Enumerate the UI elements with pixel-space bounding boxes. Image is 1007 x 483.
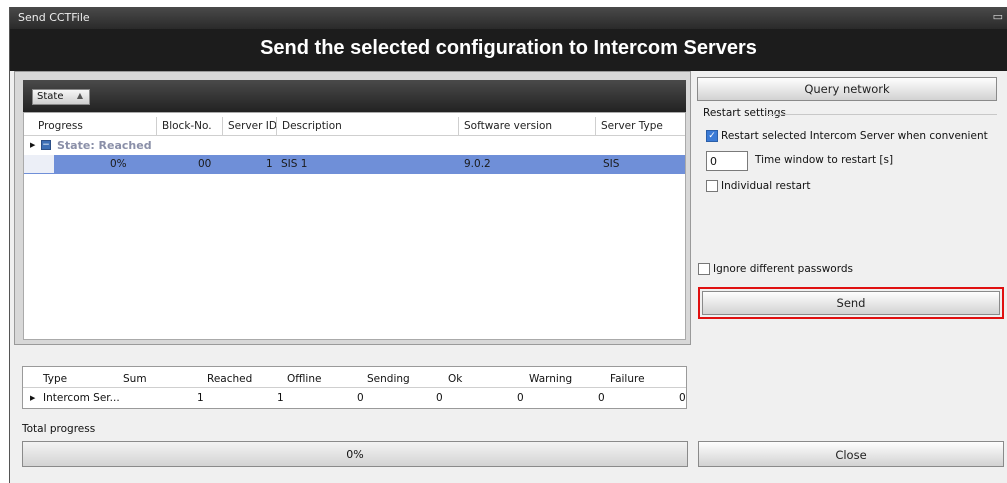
- title-bar: Send CCTFile ▭: [10, 7, 1007, 29]
- stats-header-row: Type Sum Reached Offline Sending Ok Warn…: [23, 370, 686, 388]
- dialog-heading: Send the selected configuration to Inter…: [260, 37, 757, 59]
- group-chip-label: State: [37, 91, 64, 102]
- individual-restart-label: Individual restart: [721, 180, 811, 192]
- column-header-server-type[interactable]: Server Type: [601, 120, 663, 132]
- column-header-block-no[interactable]: Block-No.: [162, 120, 212, 132]
- restart-settings-title: Restart settings: [703, 107, 786, 119]
- stats-row[interactable]: ▶ Intercom Ser... 1 1 0 0 0 0 0: [23, 389, 686, 407]
- ignore-passwords-checkbox[interactable]: [698, 263, 710, 275]
- ignore-passwords-label: Ignore different passwords: [713, 263, 853, 275]
- send-button-highlight: Send: [698, 287, 1004, 319]
- grid-header-row: Progress Block-No. Server ID Description…: [24, 117, 685, 136]
- stats-cell-sending: 0: [436, 392, 443, 404]
- individual-restart-checkbox[interactable]: [706, 180, 718, 192]
- dialog-header: Send the selected configuration to Inter…: [10, 29, 1007, 71]
- restart-convenient-checkbox[interactable]: ✓: [706, 130, 718, 142]
- column-header-description[interactable]: Description: [282, 120, 342, 132]
- divider: [767, 114, 997, 115]
- stats-cell-offline: 0: [357, 392, 364, 404]
- group-row-label: State: Reached: [57, 139, 152, 152]
- query-network-button[interactable]: Query network: [697, 77, 997, 101]
- stats-header-warning[interactable]: Warning: [529, 373, 572, 385]
- stats-cell-type: Intercom Ser...: [43, 392, 120, 404]
- column-divider: [595, 117, 596, 136]
- column-header-software-version[interactable]: Software version: [464, 120, 552, 132]
- column-header-progress[interactable]: Progress: [38, 120, 83, 132]
- servers-grid: Progress Block-No. Server ID Description…: [23, 112, 686, 340]
- stats-cell-sum: 1: [197, 392, 204, 404]
- stats-header-sum[interactable]: Sum: [123, 373, 147, 385]
- stats-cell-failure: 0: [679, 392, 686, 404]
- column-divider: [156, 117, 157, 136]
- group-chip-state[interactable]: State ▲: [32, 89, 90, 105]
- maximize-icon[interactable]: ▭: [993, 10, 1003, 23]
- stats-cell-reached: 1: [277, 392, 284, 404]
- column-divider: [458, 117, 459, 136]
- total-progress-bar: 0%: [22, 441, 688, 467]
- time-window-label: Time window to restart [s]: [755, 154, 894, 166]
- column-divider: [222, 117, 223, 136]
- cell-block-no: 00: [198, 158, 212, 170]
- cell-server-id: 1: [266, 158, 273, 170]
- group-row-state-reached[interactable]: ▶ − State: Reached: [24, 137, 685, 156]
- restart-convenient-label: Restart selected Intercom Server when co…: [721, 130, 988, 142]
- table-row[interactable]: 0% 00 1 SIS 1 9.0.2 SIS: [24, 155, 685, 174]
- stats-cell-ok: 0: [517, 392, 524, 404]
- stats-header-offline[interactable]: Offline: [287, 373, 321, 385]
- stats-header-reached[interactable]: Reached: [207, 373, 252, 385]
- close-button[interactable]: Close: [698, 441, 1004, 467]
- time-window-input[interactable]: 0: [706, 151, 748, 171]
- stats-header-ok[interactable]: Ok: [448, 373, 462, 385]
- cell-software-version: 9.0.2: [464, 158, 491, 170]
- stats-header-type[interactable]: Type: [43, 373, 67, 385]
- cell-progress: 0%: [110, 158, 127, 170]
- send-button[interactable]: Send: [702, 291, 1000, 315]
- total-progress-label: Total progress: [22, 423, 96, 435]
- sort-ascending-icon: ▲: [76, 91, 83, 100]
- statistics-table: Type Sum Reached Offline Sending Ok Warn…: [22, 366, 687, 409]
- cell-server-type: SIS: [603, 158, 620, 170]
- column-divider: [276, 117, 277, 136]
- row-indicator-icon: ▶: [30, 394, 36, 402]
- stats-cell-warning: 0: [598, 392, 605, 404]
- group-by-bar: State ▲: [23, 80, 686, 112]
- collapse-group-icon[interactable]: −: [41, 140, 51, 150]
- servers-grid-panel: State ▲ Progress Block-No. Server ID Des…: [14, 71, 691, 345]
- window-title: Send CCTFile: [18, 11, 90, 24]
- cell-description: SIS 1: [281, 158, 308, 170]
- column-header-server-id[interactable]: Server ID: [228, 120, 277, 132]
- stats-header-failure[interactable]: Failure: [610, 373, 645, 385]
- row-indent: [24, 155, 54, 173]
- stats-header-sending[interactable]: Sending: [367, 373, 410, 385]
- row-indicator-icon: ▶: [30, 141, 36, 149]
